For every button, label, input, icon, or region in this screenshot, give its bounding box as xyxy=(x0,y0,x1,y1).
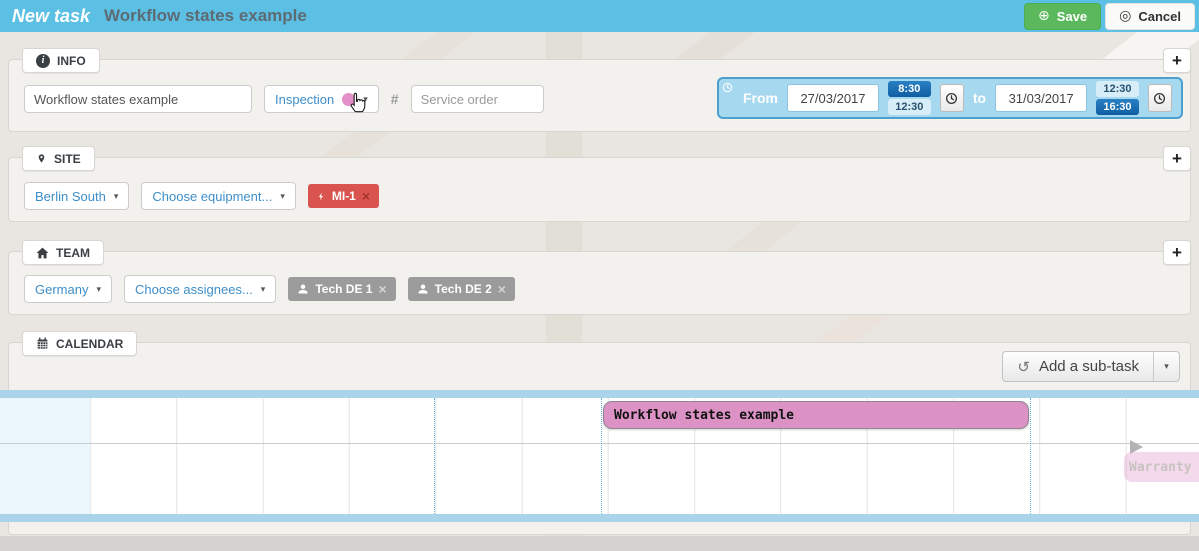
mouse-cursor xyxy=(347,91,369,122)
add-subtask-split-button: ↺ Add a sub-task ▾ xyxy=(1002,351,1180,382)
remove-equipment-icon[interactable]: × xyxy=(362,189,370,203)
gantt-timeline: Workflow states example Warranty xyxy=(0,390,1199,522)
task-name-input[interactable] xyxy=(24,85,252,113)
info-row: Inspection ▾ # xyxy=(24,85,544,113)
equipment-tag-label: MI-1 xyxy=(332,189,356,203)
tab-site[interactable]: SITE xyxy=(22,146,95,171)
ghost-task-bar[interactable]: Warranty xyxy=(1124,452,1199,482)
tab-info[interactable]: i INFO xyxy=(22,48,100,73)
to-time-spinner: 12:30 16:30 xyxy=(1096,81,1139,115)
assignee-tag: Tech DE 2 × xyxy=(408,277,515,301)
task-bar-label: Workflow states example xyxy=(614,408,794,423)
equipment-placeholder: Choose equipment... xyxy=(152,189,272,204)
from-time-end[interactable]: 12:30 xyxy=(888,99,931,115)
task-start-guide-line xyxy=(601,398,602,522)
header-actions: ⊕ Save ◎ Cancel xyxy=(1024,3,1195,30)
equipment-dropdown[interactable]: Choose equipment... ▾ xyxy=(141,182,296,210)
subtask-arrow-icon: ↺ xyxy=(1017,358,1030,376)
lightning-icon xyxy=(317,190,326,203)
map-pin-icon xyxy=(36,152,47,166)
add-subtask-menu-button[interactable]: ▾ xyxy=(1153,352,1179,381)
calendar-icon xyxy=(36,337,49,350)
save-button[interactable]: ⊕ Save xyxy=(1024,3,1101,30)
schedule-widget: From 8:30 12:30 to 12:30 16:30 xyxy=(717,77,1183,119)
team-dropdown[interactable]: Germany ▾ xyxy=(24,275,112,303)
task-bar[interactable]: Workflow states example xyxy=(603,401,1029,429)
assignee-tag: Tech DE 1 × xyxy=(288,277,395,301)
page-title: Workflow states example xyxy=(104,6,307,26)
from-time-picker-button[interactable] xyxy=(940,84,964,112)
info-icon: i xyxy=(36,54,50,68)
team-add-button[interactable]: + xyxy=(1163,240,1191,265)
clock-icon xyxy=(945,92,958,105)
to-time-picker-button[interactable] xyxy=(1148,84,1172,112)
to-label: to xyxy=(973,90,986,106)
cancel-icon: ◎ xyxy=(1119,9,1131,23)
timeline-body[interactable]: Workflow states example Warranty xyxy=(0,398,1199,514)
chevron-down-icon: ▾ xyxy=(96,285,101,294)
timeline-row-divider xyxy=(0,443,1199,444)
from-time-start[interactable]: 8:30 xyxy=(888,81,931,97)
team-value: Germany xyxy=(35,282,88,297)
tab-calendar[interactable]: CALENDAR xyxy=(22,331,137,356)
clock-icon xyxy=(722,80,733,96)
info-add-button[interactable]: + xyxy=(1163,48,1191,73)
page-mode-label: New task xyxy=(12,6,90,27)
clock-icon xyxy=(1153,92,1166,105)
equipment-tag: MI-1 × xyxy=(308,184,379,208)
to-time-start[interactable]: 12:30 xyxy=(1096,81,1139,97)
add-subtask-label: Add a sub-task xyxy=(1039,358,1139,375)
site-add-button[interactable]: + xyxy=(1163,146,1191,171)
assignees-placeholder: Choose assignees... xyxy=(135,282,253,297)
assignee-tag-label: Tech DE 1 xyxy=(315,282,372,296)
section-team: TEAM + Germany ▾ Choose assignees... ▾ T… xyxy=(8,251,1191,315)
app-window: New task Workflow states example ⊕ Save … xyxy=(0,0,1199,551)
cancel-button-label: Cancel xyxy=(1138,9,1181,24)
home-icon xyxy=(36,247,49,259)
cancel-button[interactable]: ◎ Cancel xyxy=(1105,3,1195,30)
top-header: New task Workflow states example ⊕ Save … xyxy=(0,0,1199,32)
chevron-down-icon: ▾ xyxy=(261,285,266,294)
chevron-down-icon: ▾ xyxy=(280,192,285,201)
chevron-down-icon: ▾ xyxy=(114,192,119,201)
remove-assignee-icon[interactable]: × xyxy=(498,282,506,296)
add-subtask-button[interactable]: ↺ Add a sub-task xyxy=(1003,352,1153,381)
tab-team-label: TEAM xyxy=(56,246,90,260)
footer-bar xyxy=(0,536,1199,551)
team-row: Germany ▾ Choose assignees... ▾ Tech DE … xyxy=(24,275,515,303)
assignees-dropdown[interactable]: Choose assignees... ▾ xyxy=(124,275,276,303)
site-value: Berlin South xyxy=(35,189,106,204)
chevron-down-icon: ▾ xyxy=(1164,362,1169,371)
from-time-spinner: 8:30 12:30 xyxy=(888,81,931,115)
tab-team[interactable]: TEAM xyxy=(22,240,104,265)
person-icon xyxy=(417,283,429,295)
task-type-label: Inspection xyxy=(275,92,334,107)
section-site: SITE + Berlin South ▾ Choose equipment..… xyxy=(8,157,1191,222)
tab-info-label: INFO xyxy=(57,54,86,68)
site-row: Berlin South ▾ Choose equipment... ▾ MI-… xyxy=(24,182,379,210)
ghost-task-label: Warranty xyxy=(1129,460,1192,475)
timeline-marker-line xyxy=(434,398,435,522)
save-button-label: Save xyxy=(1057,9,1087,24)
save-icon: ⊕ xyxy=(1038,9,1050,23)
person-icon xyxy=(297,283,309,295)
site-dropdown[interactable]: Berlin South ▾ xyxy=(24,182,129,210)
service-order-input[interactable] xyxy=(411,85,544,113)
timeline-bottom-scrollbar[interactable] xyxy=(0,514,1199,522)
assignee-tag-label: Tech DE 2 xyxy=(435,282,492,296)
from-label: From xyxy=(743,90,778,106)
timeline-top-scrollbar[interactable] xyxy=(0,390,1199,398)
from-date-input[interactable] xyxy=(787,84,879,112)
to-time-end[interactable]: 16:30 xyxy=(1096,99,1139,115)
tab-calendar-label: CALENDAR xyxy=(56,337,123,351)
section-info: i INFO + Inspection ▾ # From 8:30 12:30 xyxy=(8,59,1191,132)
remove-assignee-icon[interactable]: × xyxy=(378,282,386,296)
service-order-hash-label: # xyxy=(391,91,399,107)
task-end-guide-line xyxy=(1030,398,1031,522)
tab-site-label: SITE xyxy=(54,152,81,166)
to-date-input[interactable] xyxy=(995,84,1087,112)
